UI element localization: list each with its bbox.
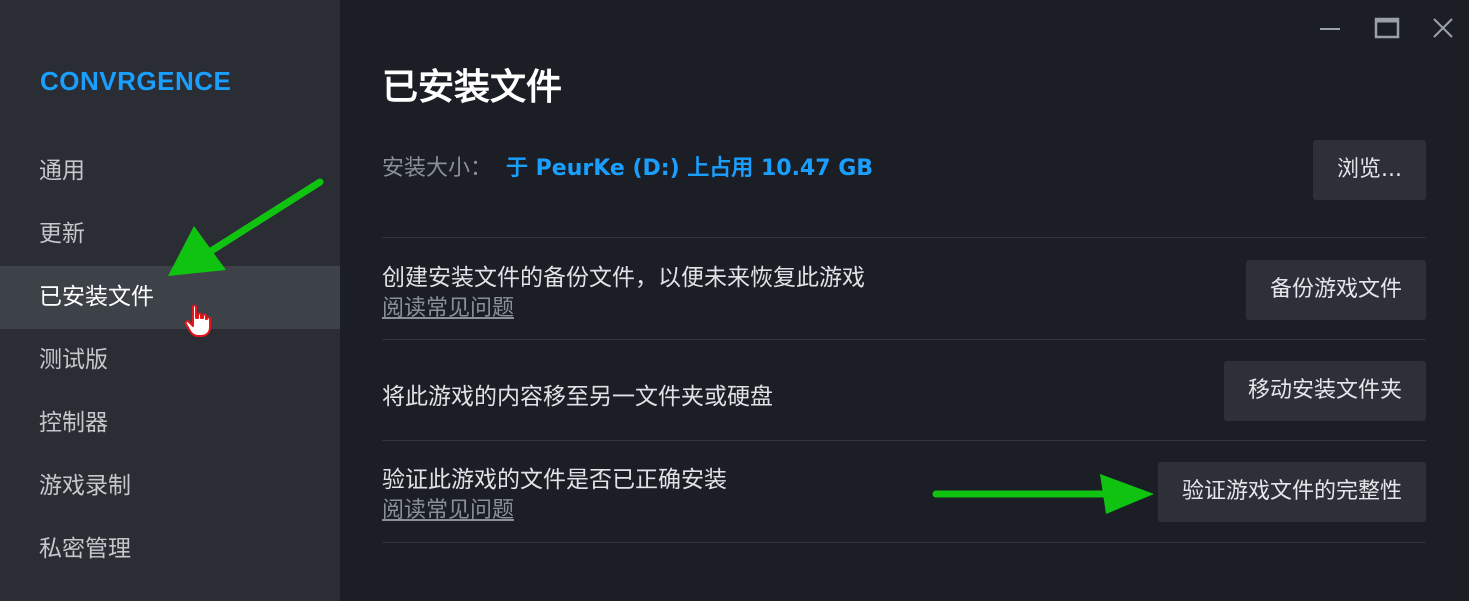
sidebar-item-controller[interactable]: 控制器 [0,392,340,455]
verify-integrity-button[interactable]: 验证游戏文件的完整性 [1157,462,1426,522]
divider [382,542,1426,543]
main-panel: 已安装文件 安装大小： 于 PeurKe (D:) 上占用 10.47 GB 浏览… [382,0,1426,601]
game-title: CONVRGENCE [40,66,232,96]
hand-cursor-icon [184,304,211,337]
verify-description: 验证此游戏的文件是否已正确安装 [382,467,727,493]
install-size-row: 安装大小： 于 PeurKe (D:) 上占用 10.47 GB [382,150,873,182]
browse-button[interactable]: 浏览... [1313,140,1426,200]
page-title: 已安装文件 [382,67,563,108]
backup-game-files-button[interactable]: 备份游戏文件 [1245,260,1426,320]
annotation-arrow-right [932,474,1154,514]
backup-faq-link[interactable]: 阅读常见问题 [382,290,514,322]
verify-faq-link[interactable]: 阅读常见问题 [382,492,514,524]
move-install-folder-button[interactable]: 移动安装文件夹 [1223,361,1426,421]
install-size-value: 于 PeurKe (D:) 上占用 10.47 GB [506,156,874,181]
sidebar-item-game-recording[interactable]: 游戏录制 [0,455,340,518]
divider [382,339,1426,340]
divider [382,440,1426,441]
annotation-arrow-left [168,178,324,276]
sidebar-item-privacy[interactable]: 私密管理 [0,518,340,581]
install-size-label: 安装大小： [382,156,493,181]
move-description: 将此游戏的内容移至另一文件夹或硬盘 [382,384,773,410]
backup-description: 创建安装文件的备份文件，以便未来恢复此游戏 [382,265,865,291]
divider [382,237,1426,238]
sidebar: CONVRGENCE 通用 更新 已安装文件 测试版 控制器 游戏录制 私密管理 [0,0,340,601]
close-icon[interactable] [1427,12,1459,44]
sidebar-item-betas[interactable]: 测试版 [0,329,340,392]
